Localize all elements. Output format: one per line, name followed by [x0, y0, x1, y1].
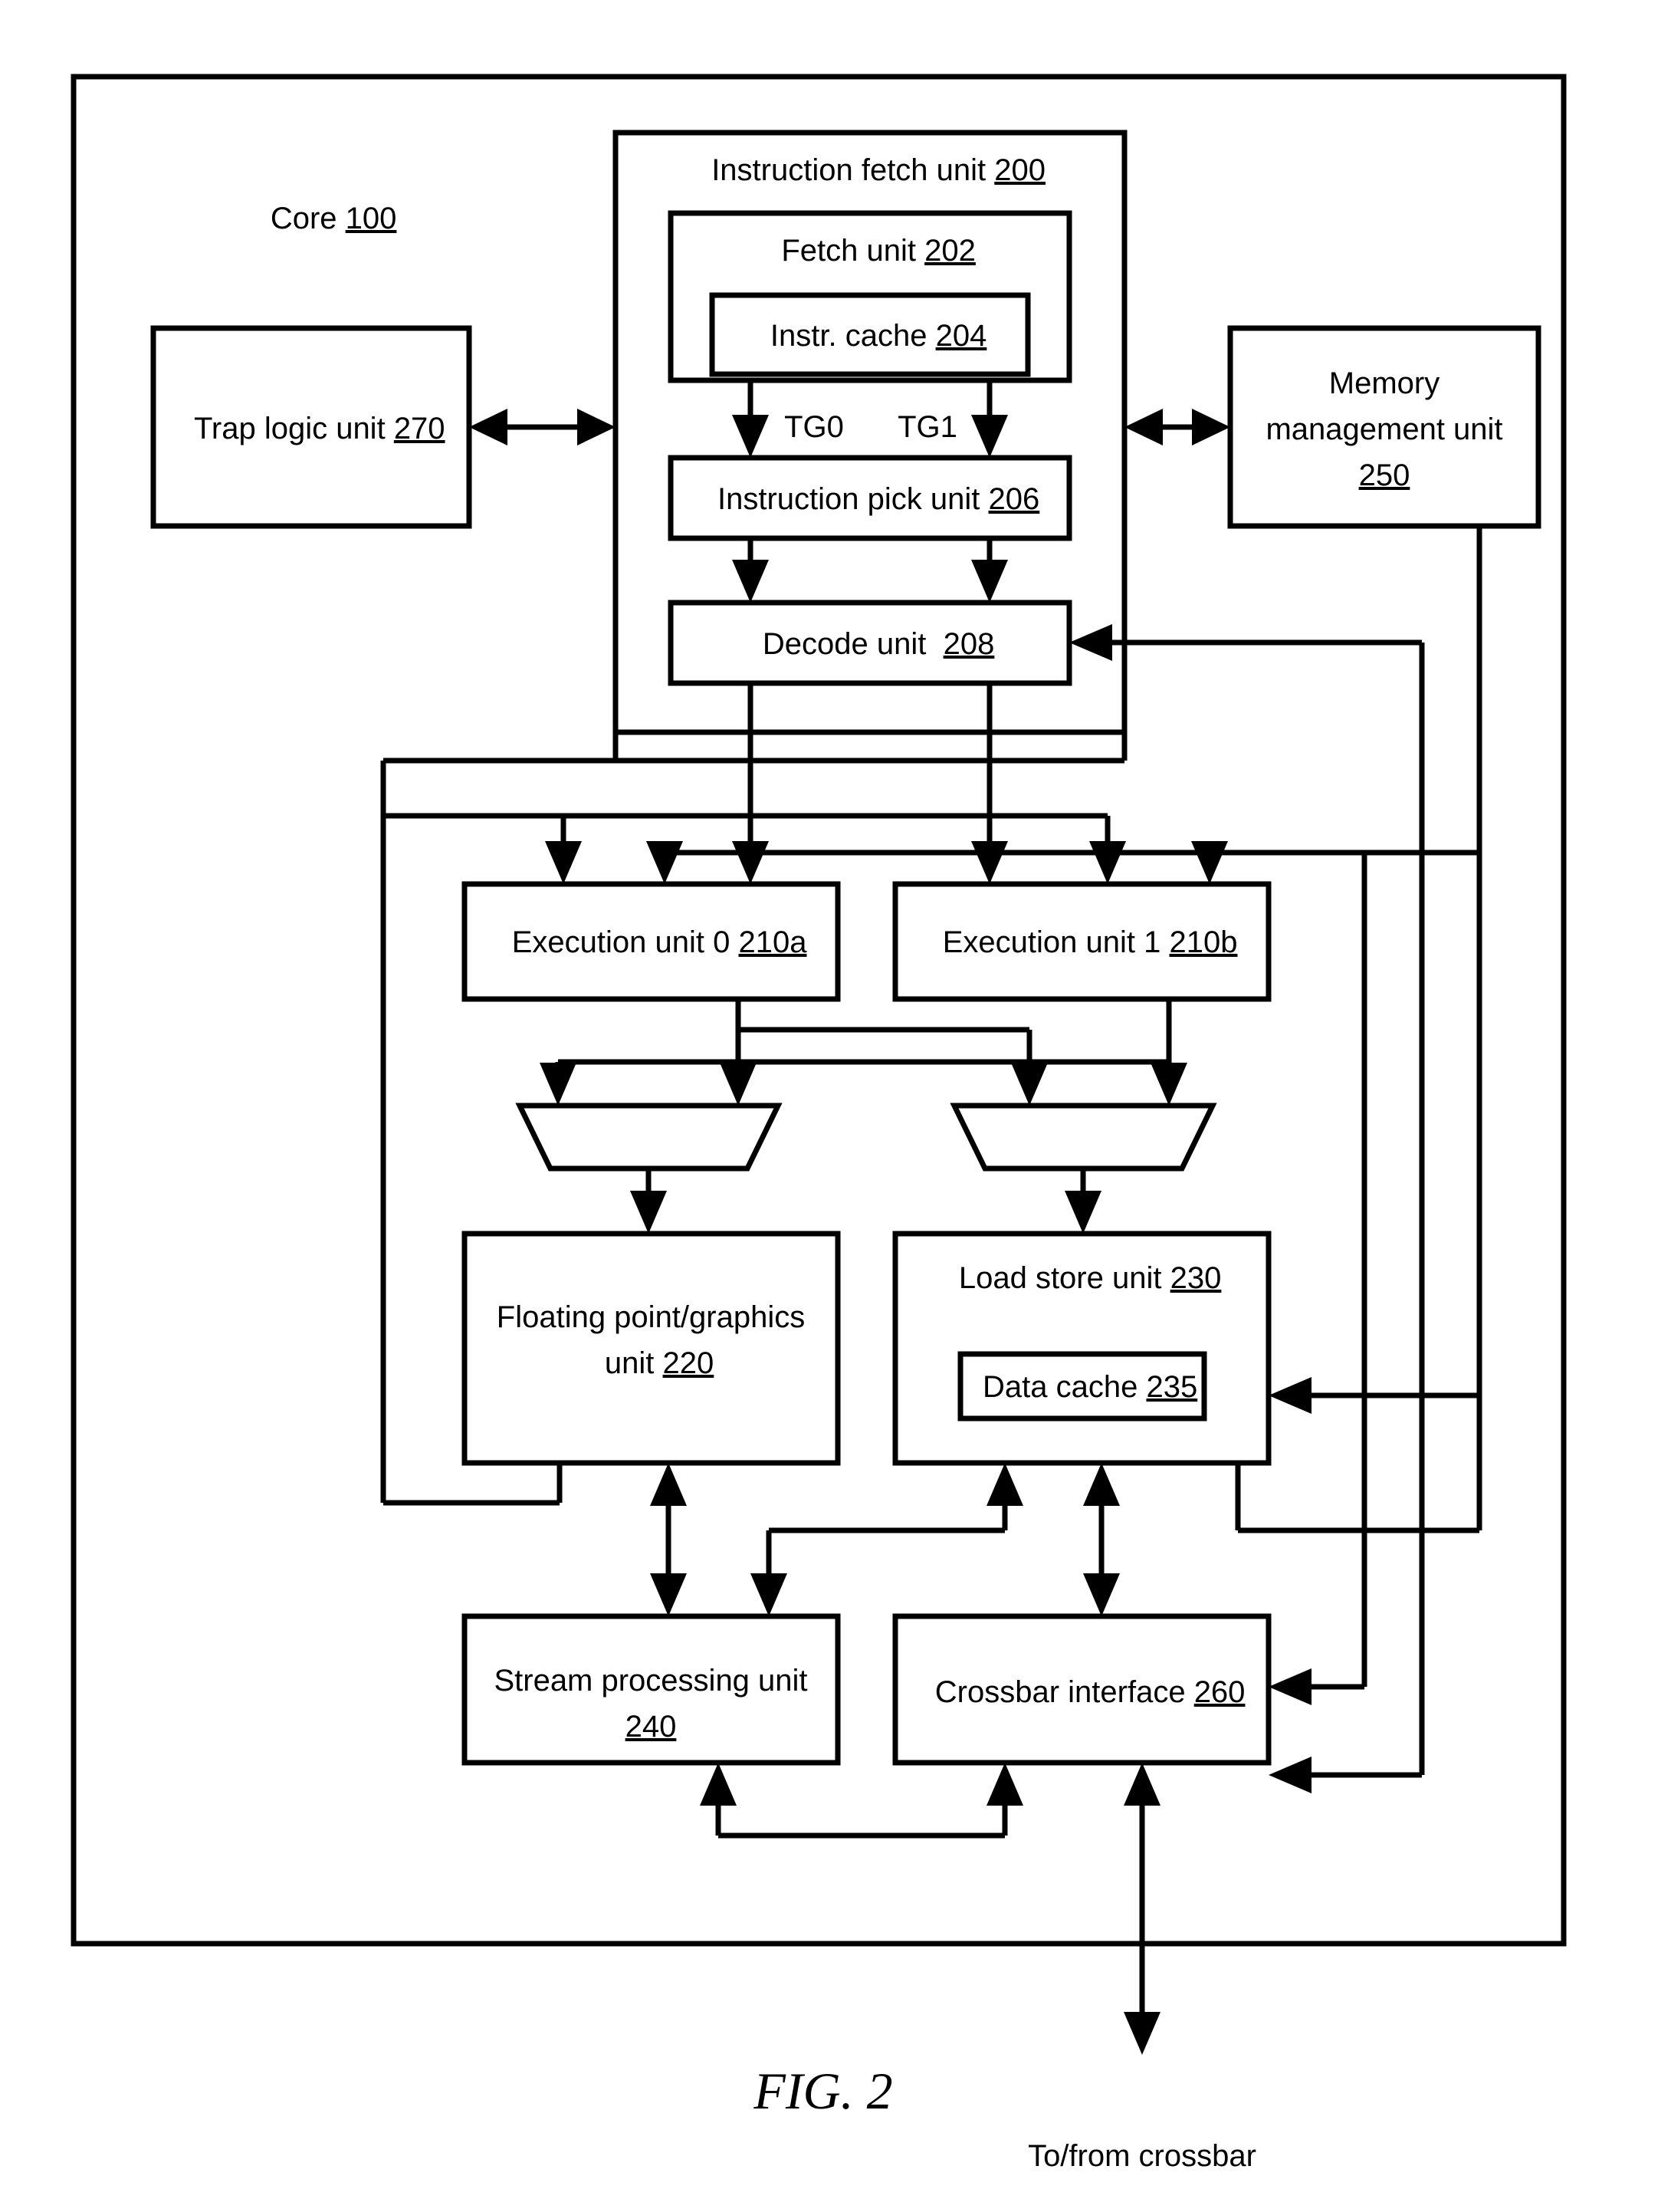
instruction-pick-unit-label: Instruction pick unit 206 [658, 482, 1082, 516]
arrow-muxleft-fpu [630, 1191, 667, 1234]
memory-management-unit-ref: 250 [1359, 459, 1410, 492]
arrow-crossbar-bottom-left [987, 1763, 1023, 1806]
arrow-eu1-in-3 [1191, 841, 1228, 884]
arrow-lsu-spu-up [987, 1463, 1023, 1506]
arrow-eu0-to-mux-right [1011, 1063, 1048, 1106]
patent-figure: Core 100 Instruction fetch unit 200 Fetc… [0, 0, 1671, 2212]
memory-management-unit-label-line2: management unit [1266, 412, 1502, 446]
block-diagram: Core 100 Instruction fetch unit 200 Fetc… [71, 74, 1567, 2173]
mux-left [515, 1103, 783, 1172]
arrow-eu0-in-3 [732, 841, 769, 884]
decode-unit-label: Decode unit 208 [703, 627, 1037, 661]
tg1-label: TG1 [898, 410, 957, 444]
external-crossbar-label: To/from crossbar [1028, 2139, 1256, 2173]
arrow-crossbar-external-up [1124, 1763, 1161, 1806]
instruction-fetch-unit-label: Instruction fetch unit 200 [652, 153, 1088, 187]
crossbar-interface-label: Crossbar interface 260 [875, 1675, 1288, 1709]
tg0-label: TG0 [784, 410, 844, 444]
mux-right [950, 1103, 1217, 1172]
arrow-eu1-to-mux-right [1151, 1063, 1187, 1106]
arrow-crossbar-external-down [1124, 2012, 1161, 2055]
arrow-fpu-spu-down [650, 1573, 687, 1616]
arrow-to-data-cache [1269, 1377, 1312, 1414]
execution-unit-0-label: Execution unit 0 210a [452, 925, 849, 959]
arrow-lsu-crossbar-up [1083, 1463, 1120, 1506]
arrow-eu1-in-2 [1089, 841, 1126, 884]
arrow-tlu-right [577, 409, 616, 445]
core-label: Core 100 [211, 202, 439, 235]
load-store-unit-label: Load store unit 230 [899, 1261, 1264, 1295]
figure-caption: FIG. 2 [753, 2062, 892, 2120]
arrow-bus2-crossbar [1269, 1757, 1312, 1793]
arrow-muxright-lsu [1065, 1191, 1101, 1234]
fpu-label-line1: Floating point/graphics [497, 1300, 805, 1334]
arrow-eu0-in-2 [646, 841, 683, 884]
arrow-eu1-to-mux-left [540, 1063, 576, 1106]
data-cache-label: Data cache 235 [923, 1370, 1240, 1404]
arrow-fpu-spu-up [650, 1463, 687, 1506]
stream-processing-unit-ref: 240 [625, 1710, 677, 1744]
trap-logic-unit-label: Trap logic unit 270 [135, 412, 488, 445]
instr-cache-label: Instr. cache 204 [711, 319, 1029, 353]
fpu-label-line2: unit 220 [545, 1346, 757, 1380]
fetch-unit-label: Fetch unit 202 [722, 234, 1019, 268]
arrow-spu-bottom [700, 1763, 737, 1806]
memory-management-unit-label-line1: Memory [1329, 366, 1440, 400]
arrow-lsu-crossbar-down [1083, 1573, 1120, 1616]
arrow-lsu-spu-down [750, 1573, 787, 1616]
execution-unit-1-label: Execution unit 1 210b [883, 925, 1280, 959]
arrow-mmu-left [1124, 409, 1163, 445]
arrow-eu1-in-1 [971, 841, 1008, 884]
stream-processing-unit-label-line1: Stream processing unit [494, 1664, 807, 1698]
arrow-eu0-in-1 [545, 841, 582, 884]
arrow-eu0-to-mux-left [720, 1063, 757, 1106]
arrow-mmu-right [1192, 409, 1230, 445]
